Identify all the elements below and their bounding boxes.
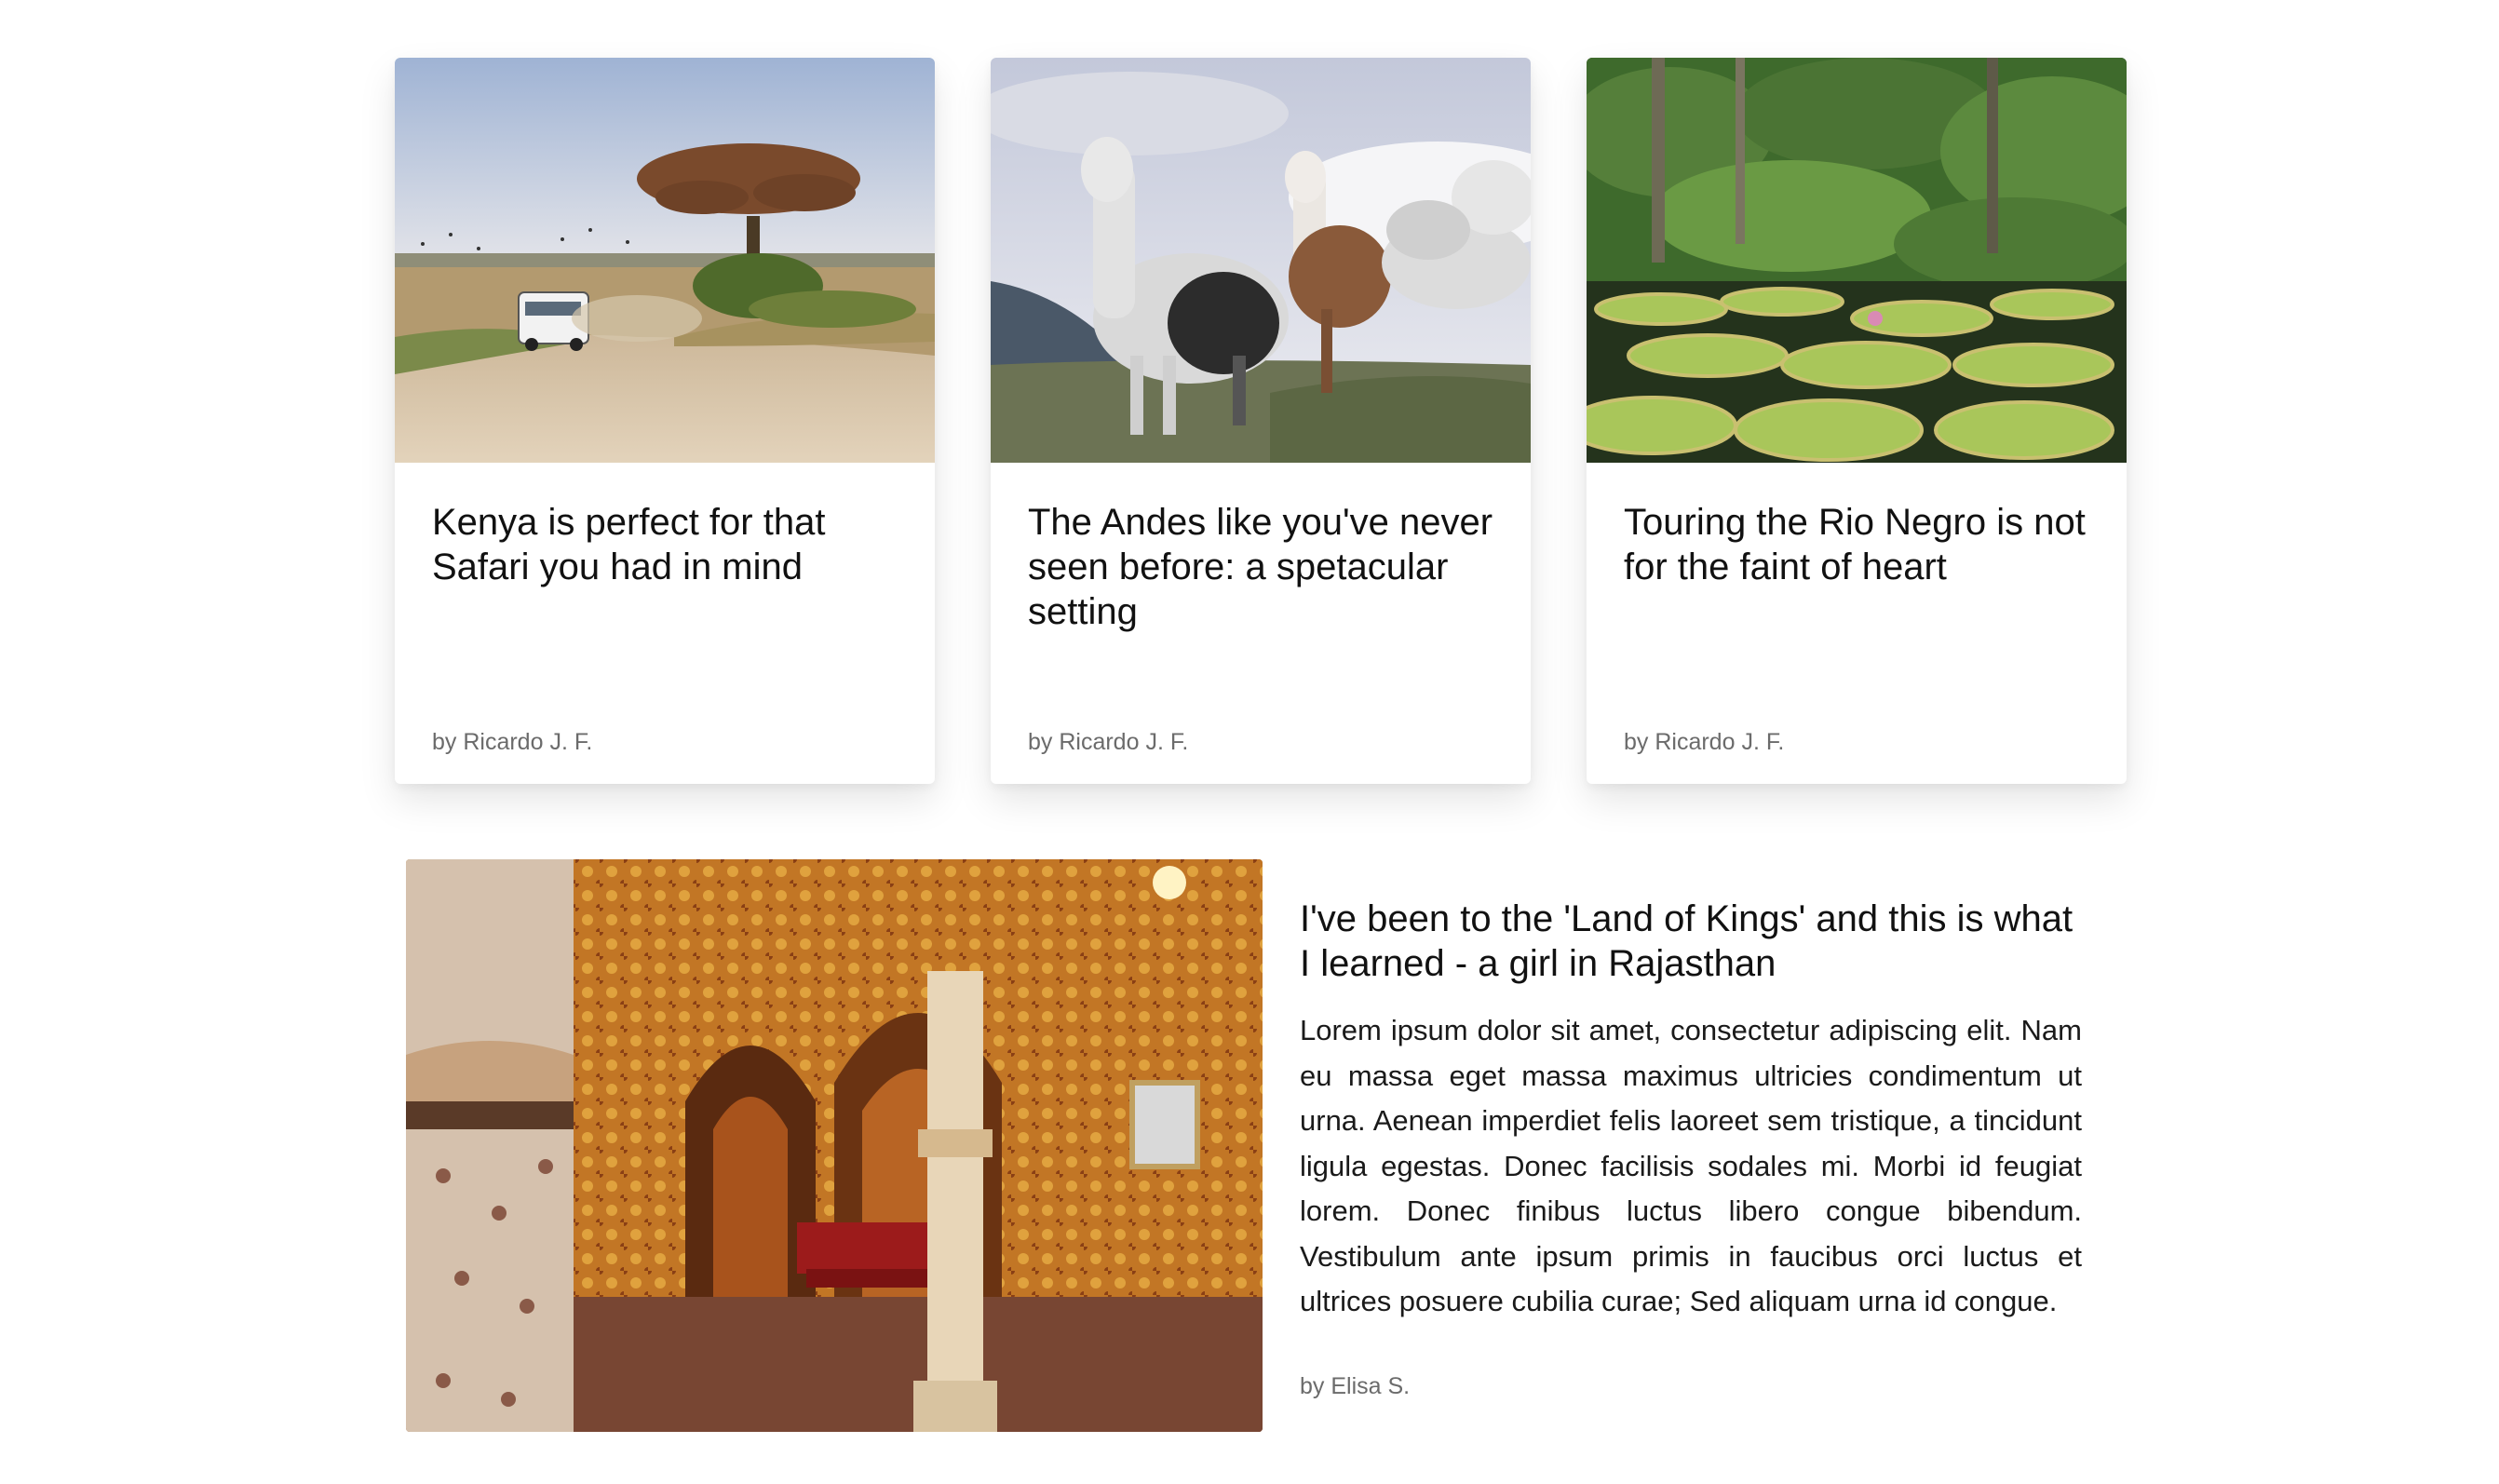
card-title[interactable]: Kenya is perfect for that Safari you had…	[432, 500, 898, 589]
feature-title[interactable]: I've been to the 'Land of Kings' and thi…	[1300, 897, 2082, 986]
card-title[interactable]: Touring the Rio Negro is not for the fai…	[1624, 500, 2089, 589]
rio-negro-jungle-image[interactable]	[1587, 58, 2127, 463]
andes-llama-image[interactable]	[991, 58, 1531, 463]
article-card-kenya[interactable]: Kenya is perfect for that Safari you had…	[395, 58, 935, 784]
article-card-rio-negro[interactable]: Touring the Rio Negro is not for the fai…	[1587, 58, 2127, 784]
rajasthan-palace-image[interactable]	[406, 859, 1263, 1432]
article-card-row: Kenya is perfect for that Safari you had…	[395, 58, 2127, 784]
card-author: by Ricardo J. F.	[1624, 729, 1785, 755]
kenya-safari-image[interactable]	[395, 58, 935, 463]
feature-author: by Elisa S.	[1300, 1372, 1411, 1399]
feature-body: Lorem ipsum dolor sit amet, consectetur …	[1300, 1014, 2082, 1317]
card-author: by Ricardo J. F.	[1028, 729, 1189, 755]
article-card-andes[interactable]: The Andes like you've never seen before:…	[991, 58, 1531, 784]
feature-text: I've been to the 'Land of Kings' and thi…	[1300, 897, 2082, 1400]
card-title[interactable]: The Andes like you've never seen before:…	[1028, 500, 1493, 634]
feature-article[interactable]: I've been to the 'Land of Kings' and thi…	[406, 859, 2082, 1437]
card-author: by Ricardo J. F.	[432, 729, 593, 755]
